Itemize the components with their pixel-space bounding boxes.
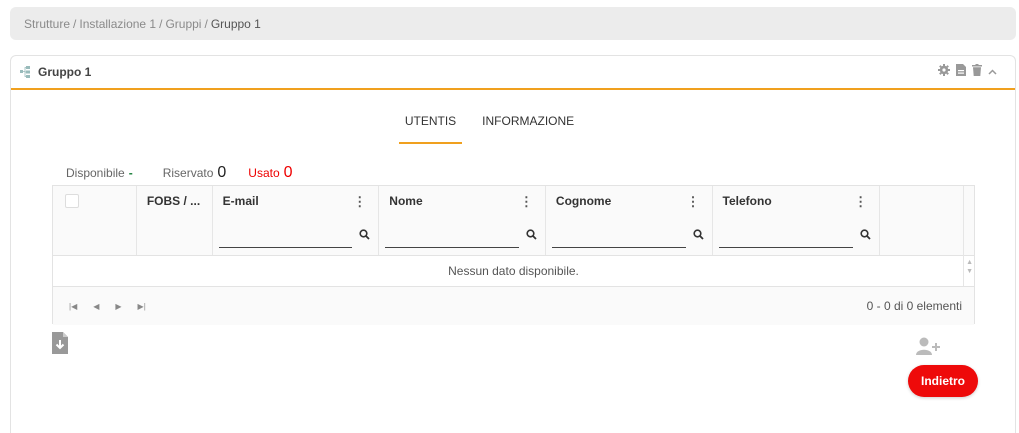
used-value: 0 <box>283 164 293 181</box>
capacity-stats: Disponibile - Riservato 0 Usato 0 <box>66 164 293 182</box>
panel-title: Gruppo 1 <box>38 65 92 79</box>
pdf-file-icon[interactable] <box>956 64 966 79</box>
filter-cell-empty <box>880 216 964 255</box>
breadcrumb-separator: / <box>159 16 163 31</box>
breadcrumb-item-installazione[interactable]: Installazione 1 <box>79 17 156 31</box>
tab-utentis[interactable]: UTENTIS <box>398 114 463 144</box>
breadcrumb-item-gruppi[interactable]: Gruppi <box>165 17 201 31</box>
used-label: Usato <box>248 166 280 180</box>
filter-cell-empty <box>137 216 213 255</box>
search-icon[interactable] <box>359 229 370 243</box>
column-title-fobs: FOBS / ... <box>146 194 201 208</box>
available-label: Disponibile <box>66 166 125 180</box>
pager-buttons: |◀ ◀ ▶ ▶| <box>69 302 146 311</box>
column-header-fobs[interactable]: FOBS / ... <box>137 186 213 216</box>
column-header-cognome[interactable]: Cognome ⋮ <box>546 186 713 216</box>
nome-filter-input[interactable] <box>385 225 519 248</box>
filter-cell-nome <box>379 216 546 255</box>
column-header-telefono[interactable]: Telefono ⋮ <box>713 186 881 216</box>
cognome-filter-input[interactable] <box>551 225 686 248</box>
grid-filter-row <box>53 216 974 256</box>
column-header-email[interactable]: E-mail ⋮ <box>213 186 380 216</box>
filter-cell-empty <box>53 216 137 255</box>
filter-cell-telefono <box>713 216 881 255</box>
column-menu-icon[interactable]: ⋮ <box>687 194 700 210</box>
select-all-checkbox[interactable] <box>65 194 79 208</box>
search-icon[interactable] <box>860 229 871 243</box>
first-page-icon[interactable]: |◀ <box>69 302 77 311</box>
available-value: - <box>128 166 133 180</box>
scroll-down-icon[interactable]: ▼ <box>966 268 973 275</box>
tree-structure-icon <box>20 66 30 81</box>
column-title-telefono: Telefono <box>722 194 772 208</box>
breadcrumb-separator: / <box>73 16 77 31</box>
next-page-icon[interactable]: ▶ <box>115 302 121 311</box>
add-user-icon[interactable] <box>916 337 942 358</box>
telefono-filter-input[interactable] <box>718 225 854 248</box>
export-file-icon[interactable] <box>52 332 68 357</box>
reserved-value: 0 <box>217 164 227 181</box>
back-button[interactable]: Indietro <box>908 365 978 397</box>
column-title-nome: Nome <box>389 194 423 208</box>
column-title-cognome: Cognome <box>555 194 612 208</box>
column-menu-icon[interactable]: ⋮ <box>353 194 366 210</box>
scroll-up-icon[interactable]: ▲ <box>966 259 973 266</box>
breadcrumb: Strutture / Installazione 1 / Gruppi / G… <box>10 7 1016 40</box>
users-grid: FOBS / ... E-mail ⋮ Nome ⋮ Cognome ⋮ Tel… <box>52 185 975 325</box>
tab-bar: UTENTIS INFORMAZIONE <box>11 114 1015 144</box>
pager: |◀ ◀ ▶ ▶| 0 - 0 di 0 elementi <box>53 286 974 325</box>
breadcrumb-current: Gruppo 1 <box>210 16 261 31</box>
column-header-nome[interactable]: Nome ⋮ <box>379 186 546 216</box>
pager-info: 0 - 0 di 0 elementi <box>866 299 962 313</box>
tab-informazione[interactable]: INFORMAZIONE <box>476 114 580 138</box>
filter-cell-cognome <box>546 216 713 255</box>
previous-page-icon[interactable]: ◀ <box>93 302 99 311</box>
last-page-icon[interactable]: ▶| <box>138 302 146 311</box>
panel-toolbar <box>938 64 997 79</box>
vertical-scrollbar[interactable]: ▲ ▼ <box>963 186 974 286</box>
reserved-label: Riservato <box>162 166 214 180</box>
grid-header-row: FOBS / ... E-mail ⋮ Nome ⋮ Cognome ⋮ Tel… <box>53 186 974 217</box>
select-all-cell <box>53 186 137 216</box>
panel-header: Gruppo 1 <box>11 56 1015 90</box>
filter-cell-email <box>213 216 380 255</box>
column-menu-icon[interactable]: ⋮ <box>854 194 867 210</box>
column-header-actions <box>880 186 964 216</box>
breadcrumb-item-strutture[interactable]: Strutture <box>24 17 70 31</box>
trash-icon[interactable] <box>972 64 982 79</box>
chevron-up-icon[interactable] <box>988 65 997 79</box>
group-panel: Gruppo 1 UTENTIS INFORMAZIONE Disponibil… <box>10 55 1016 433</box>
email-filter-input[interactable] <box>218 225 353 248</box>
column-menu-icon[interactable]: ⋮ <box>520 194 533 210</box>
breadcrumb-separator: / <box>204 16 208 31</box>
search-icon[interactable] <box>692 229 704 243</box>
empty-message: Nessun dato disponibile. <box>448 264 579 278</box>
gear-icon[interactable] <box>938 64 950 79</box>
search-icon[interactable] <box>526 229 537 243</box>
column-title-email: E-mail <box>222 194 259 208</box>
